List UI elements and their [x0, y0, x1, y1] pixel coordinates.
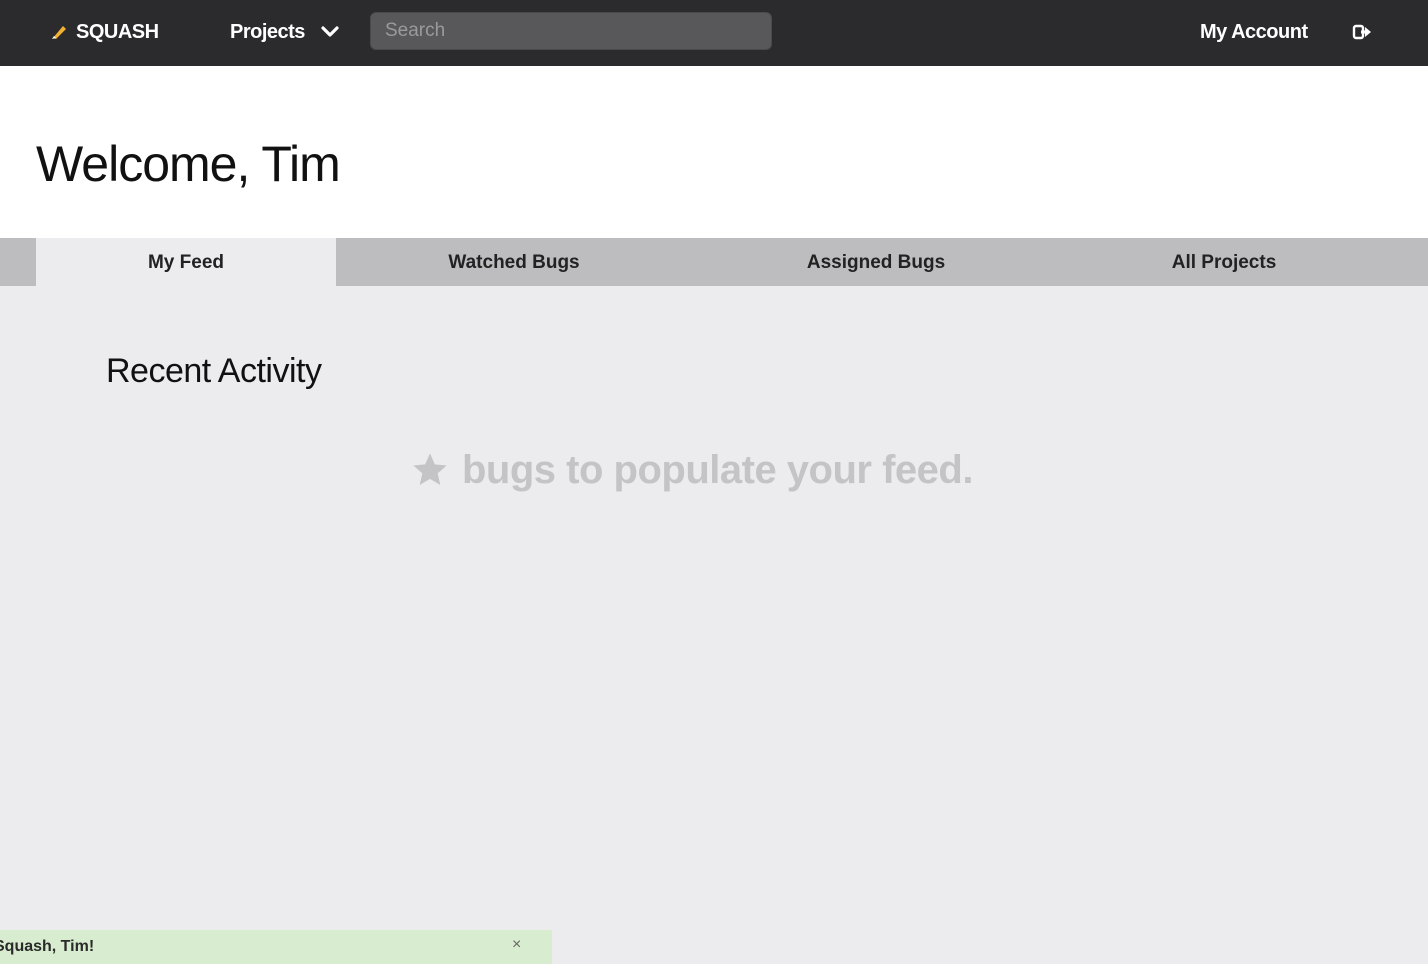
brand-label: SQUASH: [76, 20, 159, 43]
tab-my-feed[interactable]: My Feed: [36, 238, 336, 286]
my-account-label: My Account: [1200, 20, 1308, 43]
chevron-down-icon: [321, 26, 339, 37]
sign-out-icon[interactable]: [1352, 22, 1372, 42]
recent-activity-heading: Recent Activity: [106, 352, 322, 390]
flash-notice: Squash, Tim! ×: [0, 930, 552, 964]
star-icon: [413, 453, 447, 485]
my-account-link[interactable]: My Account: [1200, 20, 1308, 44]
squash-logo-icon: [52, 26, 66, 39]
flash-message: Squash, Tim!: [0, 938, 95, 955]
tab-assigned-bugs[interactable]: Assigned Bugs: [692, 238, 1060, 286]
projects-label: Projects: [230, 20, 305, 43]
empty-feed-message: bugs to populate your feed.: [410, 442, 973, 498]
empty-feed-text: bugs to populate your feed.: [462, 447, 973, 492]
tab-watched-bugs[interactable]: Watched Bugs: [336, 238, 692, 286]
search-input[interactable]: [370, 12, 772, 50]
top-navbar: SQUASH Projects My Account: [0, 0, 1428, 66]
close-icon[interactable]: ×: [512, 936, 521, 954]
tab-all-projects[interactable]: All Projects: [1060, 238, 1388, 286]
projects-menu[interactable]: Projects: [230, 20, 339, 44]
tab-bar: My Feed Watched Bugs Assigned Bugs All P…: [0, 238, 1428, 286]
page-title: Welcome, Tim: [36, 136, 341, 192]
brand-link[interactable]: SQUASH: [50, 20, 159, 44]
